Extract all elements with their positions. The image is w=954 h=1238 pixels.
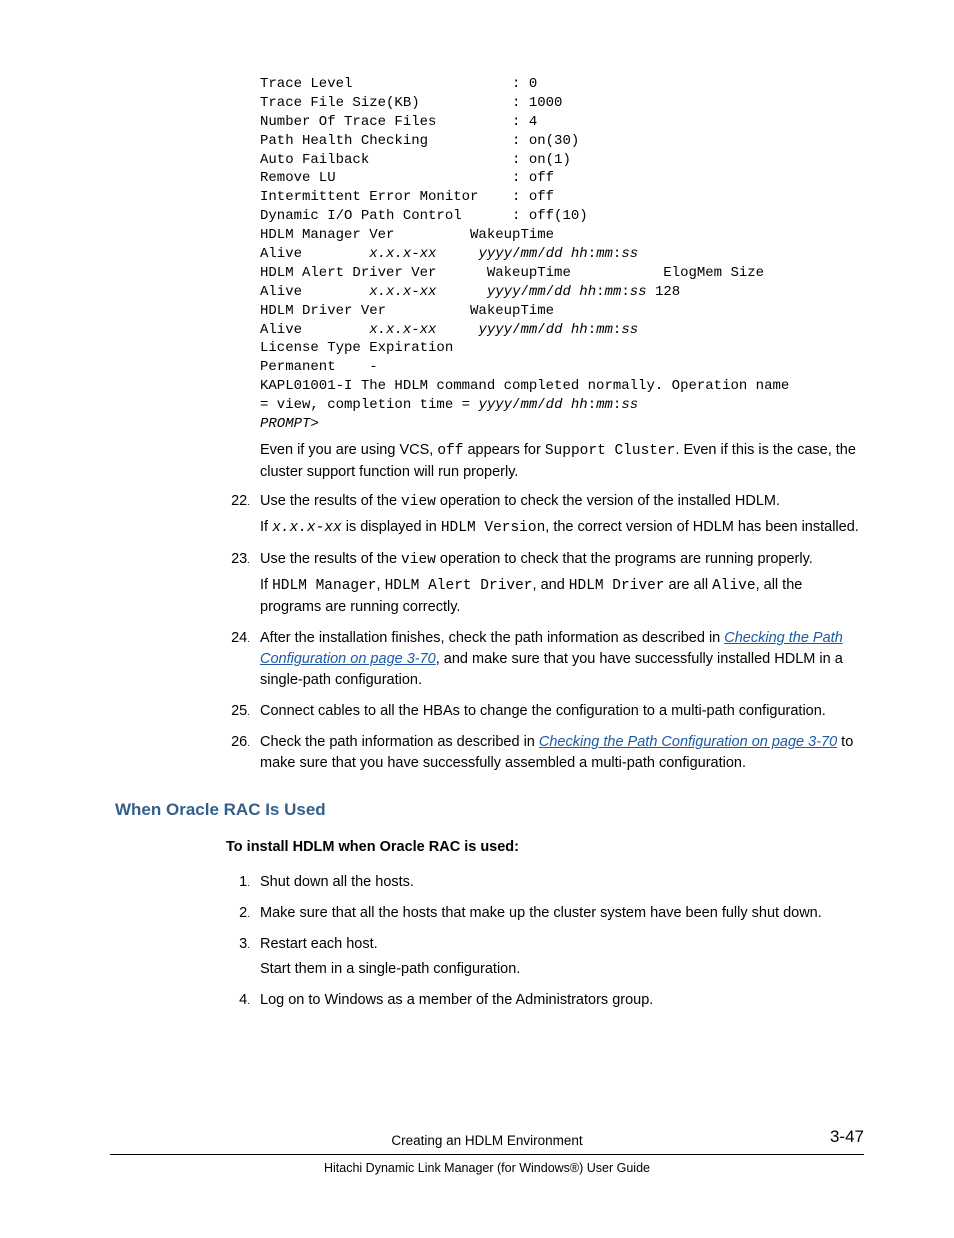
rac-instruction-list: 1 Shut down all the hosts. 2 Make sure t…	[110, 872, 864, 1011]
section-heading-oracle-rac: When Oracle RAC Is Used	[115, 798, 864, 823]
step-number: 26	[226, 732, 250, 753]
link-checking-path[interactable]: Checking the Path Configuration on page …	[539, 734, 837, 750]
footer-rule	[110, 1154, 864, 1155]
step-24: 24 After the installation finishes, chec…	[226, 628, 864, 691]
step-number: 24	[226, 628, 250, 649]
step-25: 25 Connect cables to all the HBAs to cha…	[226, 701, 864, 722]
step-23: 23 Use the results of the view operation…	[226, 549, 864, 618]
rac-step-4: 4 Log on to Windows as a member of the A…	[226, 990, 864, 1011]
code-output: Trace Level : 0 Trace File Size(KB) : 10…	[260, 75, 864, 434]
page-number: 3-47	[830, 1125, 864, 1150]
instruction-list: 22 Use the results of the view operation…	[110, 491, 864, 774]
footer-chapter: Creating an HDLM Environment	[110, 1131, 864, 1151]
rac-step-3: 3 Restart each host. Start them in a sin…	[226, 934, 864, 980]
step-26: 26 Check the path information as describ…	[226, 732, 864, 774]
step-number: 23	[226, 549, 250, 570]
cluster-note: Even if you are using VCS, off appears f…	[260, 440, 864, 483]
procedure-title: To install HDLM when Oracle RAC is used:	[226, 837, 864, 858]
footer-guide-title: Hitachi Dynamic Link Manager (for Window…	[110, 1159, 864, 1177]
step-number: 22	[226, 491, 250, 512]
rac-step-1: 1 Shut down all the hosts.	[226, 872, 864, 893]
step-22: 22 Use the results of the view operation…	[226, 491, 864, 539]
step-number: 4	[226, 990, 250, 1011]
rac-step-2: 2 Make sure that all the hosts that make…	[226, 903, 864, 924]
step-number: 1	[226, 872, 250, 893]
step-number: 2	[226, 903, 250, 924]
page-footer: 3-47 Creating an HDLM Environment Hitach…	[110, 1131, 864, 1178]
step-number: 3	[226, 934, 250, 955]
step-number: 25	[226, 701, 250, 722]
